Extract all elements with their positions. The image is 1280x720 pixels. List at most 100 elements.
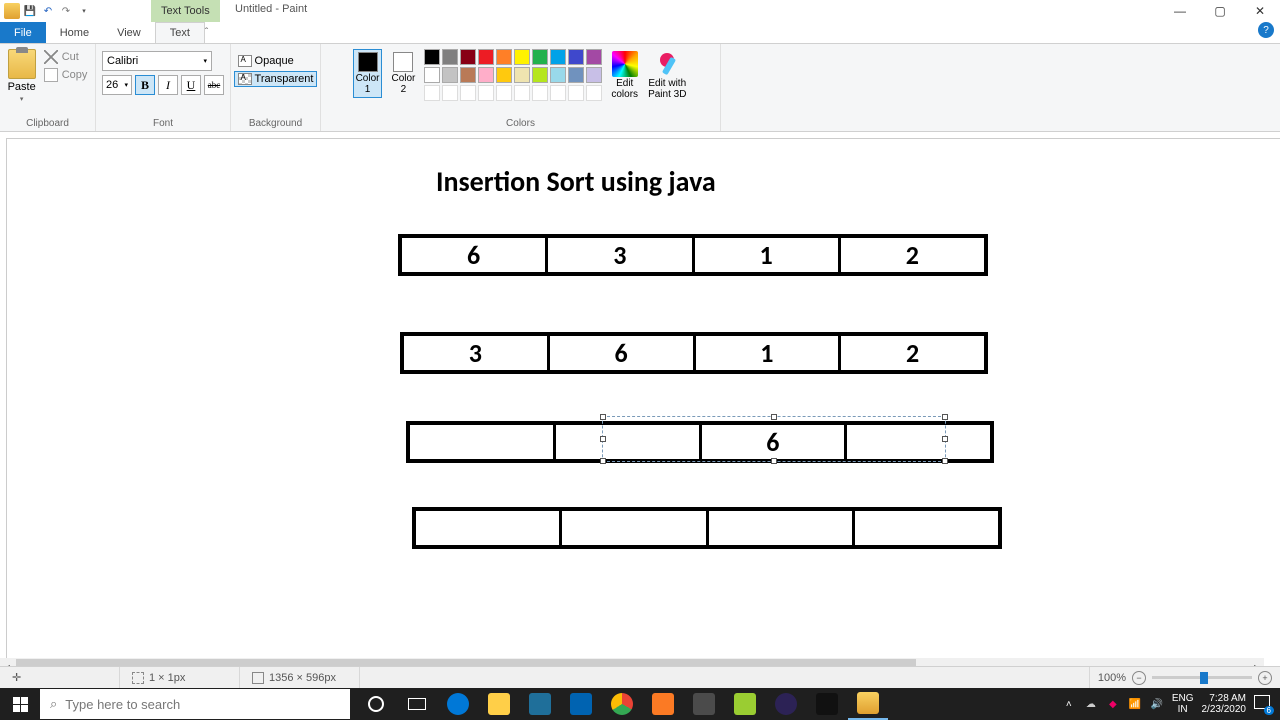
resize-handle[interactable] bbox=[771, 414, 777, 420]
color-swatch-empty[interactable] bbox=[568, 85, 584, 101]
italic-button[interactable]: I bbox=[158, 75, 178, 95]
taskbar-app-terminal[interactable] bbox=[807, 688, 847, 720]
color-swatch-empty[interactable] bbox=[532, 85, 548, 101]
copy-label: Copy bbox=[62, 69, 88, 81]
color-swatch[interactable] bbox=[568, 49, 584, 65]
tray-notifications-icon[interactable]: 6 bbox=[1254, 695, 1272, 713]
zoom-out-button[interactable]: − bbox=[1132, 671, 1146, 685]
tray-onedrive-icon[interactable]: ☁ bbox=[1084, 697, 1098, 711]
taskbar-app-store[interactable] bbox=[520, 688, 560, 720]
undo-icon[interactable]: ↶ bbox=[40, 3, 56, 19]
array-row-4 bbox=[412, 507, 1002, 549]
start-button[interactable] bbox=[0, 688, 40, 720]
taskbar-app-edge[interactable] bbox=[438, 688, 478, 720]
redo-icon[interactable]: ↷ bbox=[58, 3, 74, 19]
color-swatch[interactable] bbox=[424, 49, 440, 65]
color-swatch[interactable] bbox=[442, 49, 458, 65]
chevron-down-icon: ▾ bbox=[203, 57, 207, 65]
color2-button[interactable]: Color 2 bbox=[388, 49, 418, 98]
copy-button[interactable]: Copy bbox=[42, 67, 90, 83]
cut-button[interactable]: Cut bbox=[42, 49, 90, 65]
tray-clock[interactable]: 7:28 AM2/23/2020 bbox=[1202, 693, 1247, 715]
cortana-icon[interactable] bbox=[356, 688, 396, 720]
color-swatch[interactable] bbox=[460, 67, 476, 83]
resize-handle[interactable] bbox=[600, 414, 606, 420]
quick-access-toolbar: 💾 ↶ ↷ ▾ bbox=[0, 3, 96, 19]
paint3d-button[interactable]: Edit with Paint 3D bbox=[646, 49, 688, 102]
resize-handle[interactable] bbox=[942, 414, 948, 420]
font-family-select[interactable]: Calibri▾ bbox=[102, 51, 212, 71]
taskbar-app-mail[interactable] bbox=[561, 688, 601, 720]
color-swatch[interactable] bbox=[460, 49, 476, 65]
color-swatch-empty[interactable] bbox=[550, 85, 566, 101]
underline-button[interactable]: U bbox=[181, 75, 201, 95]
color-swatch[interactable] bbox=[550, 49, 566, 65]
taskbar-app-notepadpp[interactable] bbox=[725, 688, 765, 720]
tab-home[interactable]: Home bbox=[46, 22, 103, 43]
opaque-option[interactable]: Opaque bbox=[234, 53, 318, 69]
tray-wifi-icon[interactable]: 📶 bbox=[1128, 697, 1142, 711]
save-icon[interactable]: 💾 bbox=[22, 3, 38, 19]
taskbar-app-chrome[interactable] bbox=[602, 688, 642, 720]
color-swatch[interactable] bbox=[478, 49, 494, 65]
color-swatch[interactable] bbox=[514, 49, 530, 65]
transparent-option[interactable]: Transparent bbox=[234, 71, 318, 87]
zoom-slider-thumb[interactable] bbox=[1200, 672, 1208, 684]
qat-dropdown-icon[interactable]: ▾ bbox=[76, 3, 92, 19]
paste-button[interactable]: Paste ▾ bbox=[6, 47, 38, 105]
color-swatch-empty[interactable] bbox=[514, 85, 530, 101]
canvas[interactable]: Insertion Sort using java 6312 3612 6 bbox=[6, 138, 1280, 688]
color-swatch[interactable] bbox=[442, 67, 458, 83]
color-swatch-empty[interactable] bbox=[496, 85, 512, 101]
resize-handle[interactable] bbox=[771, 458, 777, 464]
tab-view[interactable]: View bbox=[103, 22, 155, 43]
close-button[interactable]: ✕ bbox=[1240, 0, 1280, 22]
taskbar-app-xampp[interactable] bbox=[643, 688, 683, 720]
color-swatch[interactable] bbox=[532, 49, 548, 65]
minimize-button[interactable]: — bbox=[1160, 0, 1200, 22]
color-swatch[interactable] bbox=[496, 67, 512, 83]
color-swatch[interactable] bbox=[424, 67, 440, 83]
color-swatch[interactable] bbox=[568, 67, 584, 83]
color-swatch[interactable] bbox=[532, 67, 548, 83]
tray-volume-icon[interactable]: 🔊 bbox=[1150, 697, 1164, 711]
color-swatch-empty[interactable] bbox=[442, 85, 458, 101]
tab-file[interactable]: File bbox=[0, 22, 46, 43]
tray-chevron-up-icon[interactable]: ˄ bbox=[1062, 697, 1076, 711]
paste-dropdown-icon[interactable]: ▾ bbox=[20, 95, 24, 103]
tray-language[interactable]: ENGIN bbox=[1172, 693, 1194, 715]
taskbar-app-paint[interactable] bbox=[848, 688, 888, 720]
taskbar-app-explorer[interactable] bbox=[479, 688, 519, 720]
color-swatch-empty[interactable] bbox=[460, 85, 476, 101]
font-size-select[interactable]: 26▾ bbox=[102, 75, 132, 95]
task-view-icon[interactable] bbox=[397, 688, 437, 720]
color1-button[interactable]: Color 1 bbox=[353, 49, 383, 98]
help-icon[interactable]: ? bbox=[1258, 22, 1274, 38]
color-swatch-empty[interactable] bbox=[478, 85, 494, 101]
color-swatch[interactable] bbox=[496, 49, 512, 65]
taskbar-search[interactable]: ⌕ Type here to search bbox=[40, 689, 350, 719]
color-swatch[interactable] bbox=[478, 67, 494, 83]
resize-handle[interactable] bbox=[942, 436, 948, 442]
tab-text[interactable]: Text bbox=[155, 22, 205, 43]
taskbar-app-eclipse[interactable] bbox=[766, 688, 806, 720]
color-swatch[interactable] bbox=[586, 49, 602, 65]
zoom-slider[interactable] bbox=[1152, 676, 1252, 679]
collapse-ribbon-icon[interactable]: ˆ bbox=[205, 22, 208, 43]
color-swatch-empty[interactable] bbox=[586, 85, 602, 101]
taskbar-app-sublime[interactable] bbox=[684, 688, 724, 720]
strikethrough-button[interactable]: abc bbox=[204, 75, 224, 95]
resize-handle[interactable] bbox=[600, 436, 606, 442]
text-selection-box[interactable] bbox=[602, 416, 946, 462]
color-swatch[interactable] bbox=[514, 67, 530, 83]
edit-colors-button[interactable]: Edit colors bbox=[609, 49, 640, 102]
tray-app-icon[interactable]: ◆ bbox=[1106, 697, 1120, 711]
resize-handle[interactable] bbox=[942, 458, 948, 464]
bold-button[interactable]: B bbox=[135, 75, 155, 95]
maximize-button[interactable]: ▢ bbox=[1200, 0, 1240, 22]
zoom-in-button[interactable]: + bbox=[1258, 671, 1272, 685]
resize-handle[interactable] bbox=[600, 458, 606, 464]
color-swatch[interactable] bbox=[550, 67, 566, 83]
color-swatch-empty[interactable] bbox=[424, 85, 440, 101]
color-swatch[interactable] bbox=[586, 67, 602, 83]
